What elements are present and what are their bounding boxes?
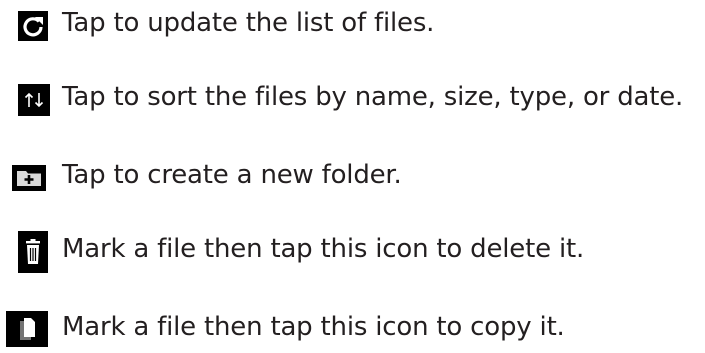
new-folder-icon (12, 165, 46, 191)
help-item-text: Mark a file then tap this icon to delete… (62, 234, 585, 264)
help-item-new-folder: Tap to create a new folder. (0, 155, 705, 195)
help-item-text: Tap to update the list of files. (62, 8, 435, 38)
refresh-icon (18, 11, 48, 41)
trash-icon (18, 231, 48, 273)
help-item-refresh: Tap to update the list of files. (0, 3, 705, 43)
copy-icon (6, 311, 48, 347)
help-item-copy: Mark a file then tap this icon to copy i… (0, 307, 705, 347)
help-item-delete: Mark a file then tap this icon to delete… (0, 229, 705, 273)
help-item-sort: Tap to sort the files by name, size, typ… (0, 77, 705, 117)
help-item-text: Mark a file then tap this icon to copy i… (62, 312, 565, 342)
help-page: { "items": [ { "icon": "refresh-icon", "… (0, 0, 705, 353)
help-item-text: Tap to create a new folder. (62, 160, 402, 190)
sort-icon (18, 84, 50, 116)
help-item-text: Tap to sort the files by name, size, typ… (62, 82, 684, 112)
